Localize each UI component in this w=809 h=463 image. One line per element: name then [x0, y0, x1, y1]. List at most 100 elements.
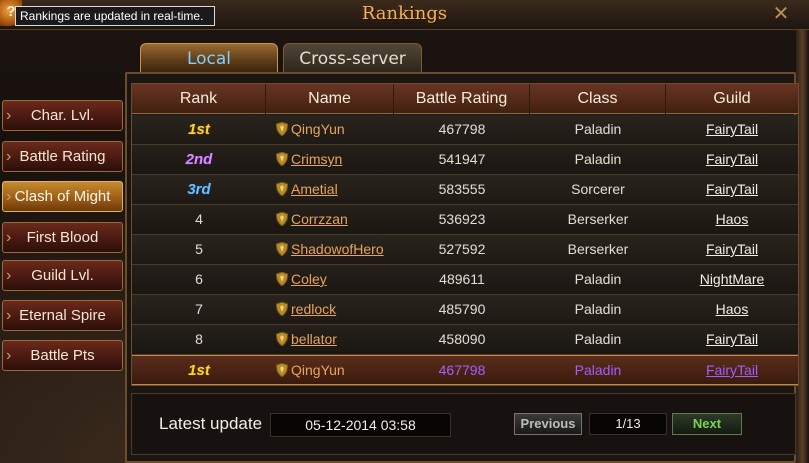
battle-rating-cell: 458090: [438, 331, 486, 347]
battle-rating-cell: 489611: [439, 271, 485, 287]
sidebar-item-battle-rating[interactable]: Battle Rating: [2, 141, 123, 172]
battle-rating-cell: 541947: [438, 151, 486, 167]
table-row: 2nd Crimsyn 541947 Paladin FairyTail: [132, 145, 798, 175]
class-cell: Paladin: [574, 151, 622, 167]
sidebar-item-eternal-spire[interactable]: Eternal Spire: [2, 300, 123, 331]
tooltip: Rankings are updated in real-time.: [15, 6, 215, 26]
shield-icon: [276, 241, 291, 257]
guild-cell: Haos: [666, 205, 798, 234]
rank-cell: 1st: [188, 121, 210, 138]
rankings-table: Rank Name Battle Rating Class Guild 1st Q…: [131, 83, 799, 386]
latest-update-label: Latest update: [159, 414, 263, 433]
guild-link[interactable]: FairyTail: [706, 121, 758, 137]
name-cell: Corrzzan: [266, 205, 394, 234]
column-header-class: Class: [530, 84, 666, 114]
tab-local[interactable]: Local: [140, 43, 278, 73]
class-cell: Paladin: [574, 271, 622, 287]
rank-cell: 8: [195, 331, 203, 347]
guild-cell: Haos: [666, 295, 798, 324]
sidebar-item-first-blood[interactable]: First Blood: [2, 222, 123, 253]
table-header: Rank Name Battle Rating Class Guild: [132, 84, 798, 114]
battle-rating-cell: 485790: [438, 301, 486, 317]
battle-rating-cell: 536923: [438, 211, 486, 227]
player-name-link[interactable]: Coley: [291, 271, 327, 287]
player-name-link[interactable]: ShadowofHero: [291, 241, 384, 257]
table-row: 4 Corrzzan 536923 Berserker Haos: [132, 205, 798, 235]
rank-cell: 3rd: [187, 181, 211, 198]
column-header-rank: Rank: [132, 84, 266, 114]
sidebar-item-char-lvl[interactable]: Char. Lvl.: [2, 100, 123, 131]
guild-link[interactable]: FairyTail: [706, 151, 758, 167]
page-indicator: 1/13: [589, 413, 667, 435]
shield-icon: [276, 301, 291, 317]
name-cell: bellator: [266, 325, 394, 354]
sidebar-item-clash-of-might[interactable]: Clash of Might: [2, 181, 123, 212]
class-cell: Paladin: [574, 301, 622, 317]
guild-link[interactable]: FairyTail: [706, 331, 758, 347]
own-rank-row: 1st QingYun 467798 Paladin FairyTail: [132, 355, 798, 385]
guild-link[interactable]: NightMare: [700, 271, 765, 287]
class-cell: Berserker: [567, 211, 629, 227]
rank-cell: 5: [195, 241, 203, 257]
name-cell: Ametial: [266, 175, 394, 204]
guild-link[interactable]: FairyTail: [706, 362, 758, 378]
player-name-link[interactable]: redlock: [291, 301, 336, 317]
column-header-name: Name: [266, 84, 394, 114]
class-cell: Berserker: [567, 241, 629, 257]
column-header-battle-rating: Battle Rating: [394, 84, 530, 114]
player-name-link[interactable]: Crimsyn: [291, 151, 342, 167]
previous-button[interactable]: Previous: [514, 413, 582, 435]
tab-cross-server[interactable]: Cross-server: [283, 43, 422, 73]
guild-link[interactable]: FairyTail: [706, 181, 758, 197]
guild-link[interactable]: Haos: [716, 211, 749, 227]
shield-icon: [276, 211, 291, 227]
battle-rating-cell: 467798: [438, 362, 486, 378]
table-row: 6 Coley 489611 Paladin NightMare: [132, 265, 798, 295]
rank-cell: 2nd: [185, 151, 213, 168]
player-name-link[interactable]: Corrzzan: [291, 211, 348, 227]
player-name-link[interactable]: bellator: [291, 331, 337, 347]
name-cell: QingYun: [266, 356, 394, 385]
shield-icon: [276, 271, 291, 287]
shield-icon: [276, 331, 291, 347]
next-button[interactable]: Next: [672, 413, 742, 435]
sidebar-item-battle-pts[interactable]: Battle Pts: [2, 340, 123, 371]
shield-icon: [276, 121, 291, 137]
name-cell: Crimsyn: [266, 145, 394, 174]
column-header-guild: Guild: [713, 90, 751, 107]
class-cell: Paladin: [574, 121, 622, 137]
shield-icon: [276, 362, 291, 378]
table-row: 7 redlock 485790 Paladin Haos: [132, 295, 798, 325]
sidebar-item-guild-lvl[interactable]: Guild Lvl.: [2, 260, 123, 291]
name-cell: ShadowofHero: [266, 235, 394, 264]
guild-cell: NightMare: [666, 265, 798, 294]
battle-rating-cell: 467798: [438, 121, 486, 137]
guild-cell: FairyTail: [666, 145, 798, 174]
player-name-link[interactable]: QingYun: [291, 121, 345, 137]
guild-cell: FairyTail: [666, 325, 798, 354]
rank-cell: 7: [195, 301, 203, 317]
player-name-link[interactable]: QingYun: [291, 362, 345, 378]
rank-cell: 1st: [188, 362, 210, 379]
rank-cell: 4: [195, 211, 203, 227]
player-name-link[interactable]: Ametial: [291, 181, 338, 197]
guild-link[interactable]: FairyTail: [706, 241, 758, 257]
guild-link[interactable]: Haos: [716, 301, 749, 317]
class-cell: Paladin: [574, 362, 622, 378]
name-cell: Coley: [266, 265, 394, 294]
class-cell: Sorcerer: [571, 181, 625, 197]
shield-icon: [276, 181, 291, 197]
table-row: 5 ShadowofHero 527592 Berserker FairyTail: [132, 235, 798, 265]
guild-cell: FairyTail: [666, 356, 798, 385]
table-row: 1st QingYun 467798 Paladin FairyTail: [132, 115, 798, 145]
guild-cell: FairyTail: [666, 235, 798, 264]
battle-rating-cell: 527592: [438, 241, 486, 257]
name-cell: redlock: [266, 295, 394, 324]
rank-cell: 6: [195, 271, 203, 287]
guild-cell: FairyTail: [666, 115, 798, 144]
table-row: 8 bellator 458090 Paladin FairyTail: [132, 325, 798, 355]
shield-icon: [276, 151, 291, 167]
guild-cell: FairyTail: [666, 175, 798, 204]
battle-rating-cell: 583555: [438, 181, 486, 197]
close-icon[interactable]: ✕: [759, 0, 803, 28]
